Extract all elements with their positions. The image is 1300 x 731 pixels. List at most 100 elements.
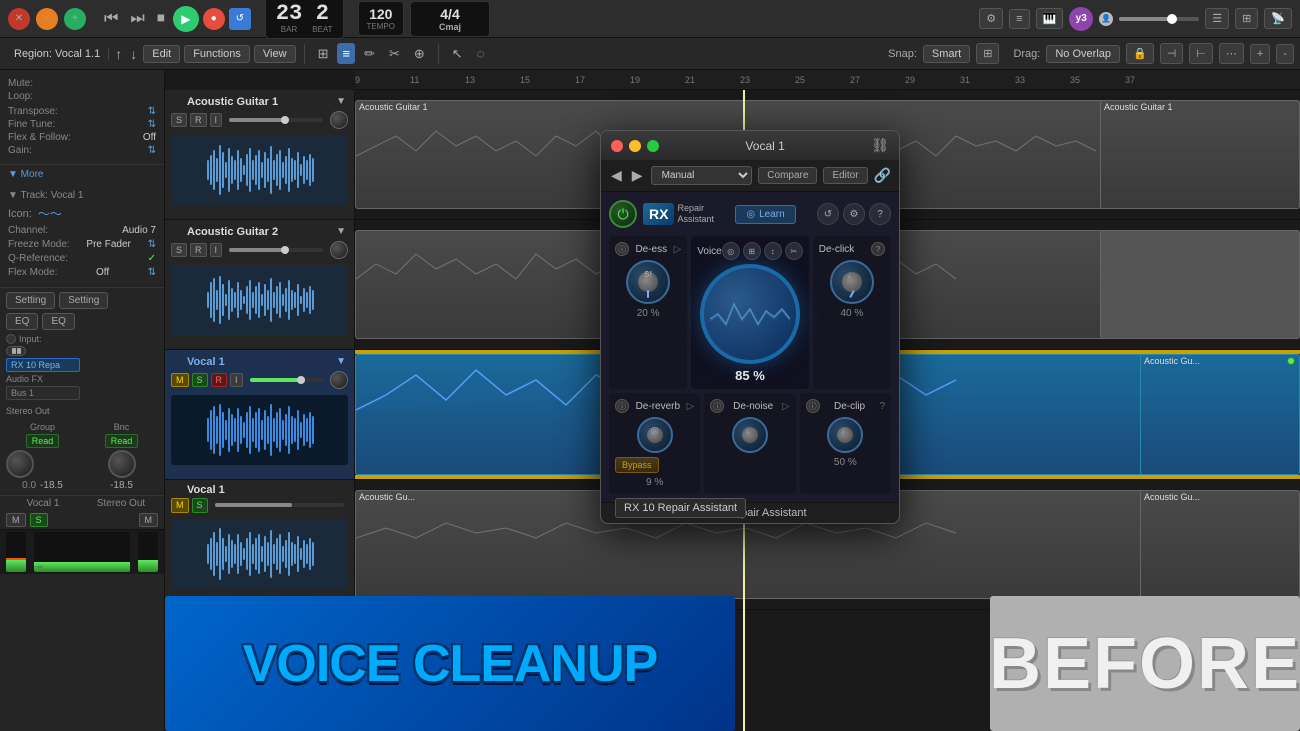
rx-settings-button[interactable]: ⚙ xyxy=(843,203,865,225)
volume-track[interactable] xyxy=(1119,17,1199,21)
track-fader-2[interactable] xyxy=(229,248,323,252)
window-maximize-button[interactable] xyxy=(647,140,659,152)
tempo-display[interactable]: 120 TEMPO xyxy=(358,1,404,36)
master-volume[interactable] xyxy=(1119,17,1199,21)
piano-icon[interactable]: 🎹 xyxy=(1036,8,1064,29)
window-minimize-button[interactable] xyxy=(629,140,641,152)
denoise-expand-icon[interactable]: ▷ xyxy=(782,401,790,412)
list-icon[interactable]: ≡ xyxy=(1009,9,1029,29)
view-menu-button[interactable]: View xyxy=(254,45,296,63)
track-fader-3[interactable] xyxy=(250,378,323,382)
compare-button[interactable]: Compare xyxy=(758,167,817,184)
voice-main-knob[interactable] xyxy=(700,264,800,364)
denoise-info-icon[interactable]: ⓘ xyxy=(710,399,724,413)
functions-menu-button[interactable]: Functions xyxy=(184,45,250,63)
audio-region-guitar2b[interactable] xyxy=(1100,230,1300,339)
scissors-tool[interactable]: ✂ xyxy=(384,43,405,65)
deess-knob[interactable]: S! xyxy=(626,260,670,304)
rx-undo-button[interactable]: ↺ xyxy=(817,203,839,225)
read-button[interactable]: Read xyxy=(26,434,60,448)
maximize-button[interactable]: + xyxy=(64,8,86,30)
voice-tool-1[interactable]: ◎ xyxy=(722,242,740,260)
bypass-button[interactable]: Bypass xyxy=(615,457,659,473)
audio-region-vocal1b[interactable]: Acoustic Gu... xyxy=(1140,354,1300,475)
drag-toggle[interactable]: 🔒 xyxy=(1126,43,1154,64)
window-close-button[interactable] xyxy=(611,140,623,152)
dereverb-info-icon[interactable]: ⓘ xyxy=(615,399,629,413)
transpose-arrows[interactable]: ⇅ xyxy=(148,106,156,117)
m-button-footer[interactable]: M xyxy=(6,513,26,527)
more-link[interactable]: ▼ More xyxy=(8,169,156,180)
freeze-arrows[interactable]: ⇅ xyxy=(148,239,156,250)
setting-button-2[interactable]: Setting xyxy=(59,292,108,309)
dereverb-knob[interactable]: ◎ xyxy=(637,417,673,453)
list-view-button[interactable]: ≡ xyxy=(337,43,355,64)
voice-tool-3[interactable]: ↕ xyxy=(764,242,782,260)
chain-icon[interactable]: ⛓ xyxy=(871,137,889,154)
deess-expand-icon[interactable]: ▷ xyxy=(674,244,682,255)
play-button[interactable]: ▶ xyxy=(173,6,199,32)
pan-knob-1[interactable] xyxy=(6,450,34,478)
s-button-footer[interactable]: S xyxy=(30,513,48,527)
link-icon[interactable]: 🔗 xyxy=(874,167,891,184)
declick-knob[interactable]: ♩ xyxy=(830,260,874,304)
m-button-footer-2[interactable]: M xyxy=(139,513,159,527)
track-s-btn-3[interactable]: S xyxy=(192,373,208,388)
track-i-btn-3[interactable]: I xyxy=(230,373,243,388)
prev-region-button[interactable]: ↑ xyxy=(113,44,124,64)
eq-button-1[interactable]: EQ xyxy=(6,313,38,330)
align-left-icon[interactable]: ⊣ xyxy=(1160,43,1184,64)
zoom-out-icon[interactable]: - xyxy=(1276,44,1294,64)
track-pan-knob-1[interactable] xyxy=(330,111,348,129)
minimize-button[interactable]: − xyxy=(36,8,58,30)
declip-knob[interactable]: ♩ xyxy=(827,417,863,453)
rx-help-button[interactable]: ? xyxy=(869,203,891,225)
more-options-icon[interactable]: ⋯ xyxy=(1219,43,1244,64)
track-collapse-3[interactable]: ▼ xyxy=(334,354,348,369)
close-button[interactable]: ✕ xyxy=(8,8,30,30)
user-avatar[interactable]: y3 xyxy=(1069,7,1093,31)
drag-value-button[interactable]: No Overlap xyxy=(1046,45,1120,63)
track-fader-4[interactable] xyxy=(215,503,344,507)
marquee-tool[interactable]: ⊕ xyxy=(409,43,430,65)
menu-icon[interactable]: ☰ xyxy=(1205,8,1229,29)
preset-selector[interactable]: Manual xyxy=(651,166,753,185)
track-i-btn-1[interactable]: I xyxy=(210,113,223,128)
audio-region-guitar1b[interactable]: Acoustic Guitar 1 xyxy=(1100,100,1300,209)
snap-toggle[interactable]: ⊞ xyxy=(976,43,999,64)
track-i-btn-2[interactable]: I xyxy=(210,243,223,258)
stop-button[interactable]: ⏹ xyxy=(153,8,169,30)
setting-button-1[interactable]: Setting xyxy=(6,292,55,309)
declick-info-icon[interactable]: ? xyxy=(871,242,885,256)
denoise-knob[interactable]: ♩ xyxy=(732,417,768,453)
eq-button-2[interactable]: EQ xyxy=(42,313,74,330)
record-button[interactable]: ● xyxy=(203,8,225,30)
fade-tool[interactable]: ◌ xyxy=(472,43,490,64)
track-collapse-1[interactable]: ▼ xyxy=(334,94,348,109)
rx-power-button[interactable]: ⏻ xyxy=(609,200,637,228)
cursor-tool[interactable]: ↖ xyxy=(447,43,468,65)
track-collapse-2[interactable]: ▼ xyxy=(334,224,348,239)
snap-value-button[interactable]: Smart xyxy=(923,45,970,63)
cycle-button[interactable]: ↺ xyxy=(229,8,251,30)
audio-region-4b[interactable]: Acoustic Gu... xyxy=(1140,490,1300,599)
declip-info-icon[interactable]: ⓘ xyxy=(806,399,820,413)
pencil-tool[interactable]: ✏ xyxy=(359,43,380,65)
align-right-icon[interactable]: ⊢ xyxy=(1189,43,1213,64)
editor-button[interactable]: Editor xyxy=(823,167,867,184)
gain-arrows[interactable]: ⇅ xyxy=(148,145,156,156)
voice-tool-2[interactable]: ⊞ xyxy=(743,242,761,260)
track-s-btn-4[interactable]: S xyxy=(192,498,208,513)
dereverb-expand-icon[interactable]: ▷ xyxy=(687,401,695,412)
time-signature-display[interactable]: 4/4 Cmaj xyxy=(410,1,490,37)
fine-tune-arrows[interactable]: ⇅ xyxy=(148,119,156,130)
grid-view-button[interactable]: ⊞ xyxy=(313,43,334,65)
deess-info-icon[interactable]: ⓘ xyxy=(615,242,629,256)
read-button-2[interactable]: Read xyxy=(105,434,139,448)
rewind-button[interactable]: ⏮ xyxy=(100,8,122,30)
track-r-btn-2[interactable]: R xyxy=(190,243,207,258)
declip-expand-icon[interactable]: ? xyxy=(879,401,885,412)
broadcast-icon[interactable]: 📡 xyxy=(1264,8,1292,29)
next-region-button[interactable]: ↓ xyxy=(128,44,139,64)
grid-icon[interactable]: ⊞ xyxy=(1235,8,1258,29)
